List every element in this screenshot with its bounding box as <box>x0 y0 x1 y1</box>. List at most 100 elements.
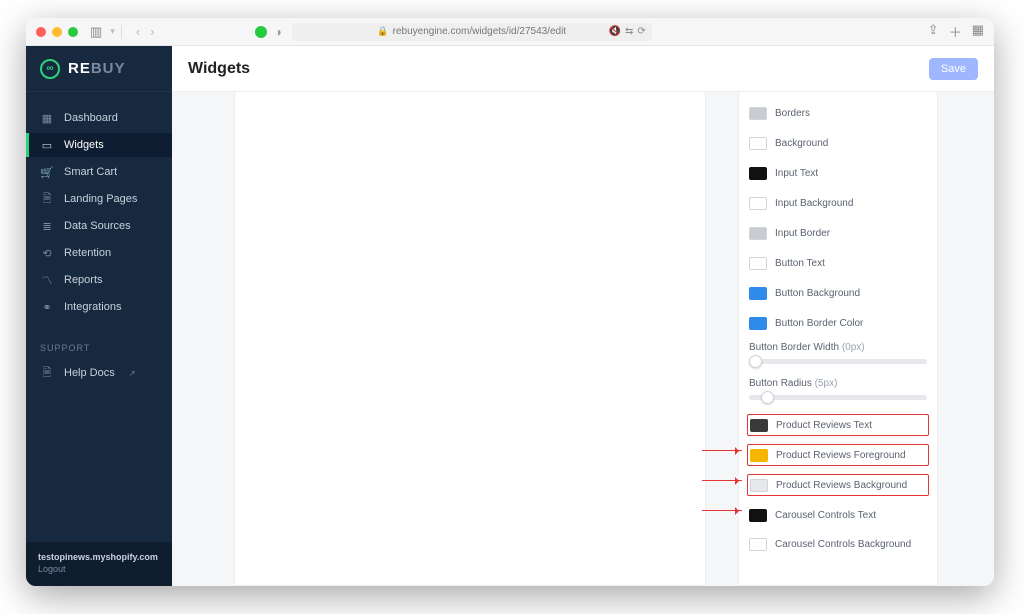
sidebar-item-dashboard[interactable]: ▦ Dashboard <box>26 106 172 130</box>
back-icon[interactable]: ‹ <box>136 24 140 39</box>
slider-button-border-width[interactable]: Button Border Width (0px) <box>749 342 927 364</box>
support-header: SUPPORT <box>26 343 172 353</box>
doc-icon: 🗎 <box>40 364 54 383</box>
trend-icon: 〽 <box>40 272 54 288</box>
audio-icon[interactable]: 🔇 <box>609 26 621 37</box>
color-swatch[interactable] <box>749 197 767 210</box>
sidebar-item-label: Retention <box>64 247 111 259</box>
box-icon: ▭ <box>40 139 54 152</box>
color-swatch[interactable] <box>749 317 767 330</box>
sidebar-item-label: Landing Pages <box>64 193 137 205</box>
shop-domain: testopinews.myshopify.com <box>38 552 160 562</box>
tabs-overview-icon[interactable]: ▦ <box>972 22 984 41</box>
reader-icon[interactable]: ⇆ <box>625 26 633 37</box>
sidebar-item-integrations[interactable]: ⚭ Integrations <box>26 295 172 319</box>
callout-arrow-icon <box>702 480 742 481</box>
extension-icon[interactable] <box>255 26 267 38</box>
sidebar-item-label: Smart Cart <box>64 166 117 178</box>
sidebar-item-retention[interactable]: ⟲ Retention <box>26 241 172 265</box>
sidebar-item-reports[interactable]: 〽 Reports <box>26 268 172 292</box>
traffic-lights[interactable] <box>36 27 78 37</box>
color-swatch[interactable] <box>750 419 768 432</box>
privacy-shield-icon[interactable]: ◑ <box>275 25 282 39</box>
slider-track[interactable] <box>749 395 927 400</box>
slider-button-radius[interactable]: Button Radius (5px) <box>749 378 927 400</box>
maximize-window-icon[interactable] <box>68 27 78 37</box>
color-swatch[interactable] <box>749 257 767 270</box>
address-bar[interactable]: 🔒 rebuyengine.com/widgets/id/27543/edit … <box>292 23 652 41</box>
new-tab-icon[interactable]: ＋ <box>949 22 962 41</box>
color-swatch[interactable] <box>749 167 767 180</box>
sidebar-item-smart-cart[interactable]: 🛒 Smart Cart <box>26 160 172 184</box>
color-swatch[interactable] <box>749 107 767 120</box>
style-inspector-panel: Borders Background Input Text Input <box>738 92 938 586</box>
color-row-input-border[interactable]: Input Border <box>747 222 929 244</box>
sidebar-item-label: Help Docs <box>64 367 115 379</box>
link-icon: ⚭ <box>40 301 54 314</box>
logo-mark-icon: ∞ <box>40 59 60 79</box>
color-row-reviews-background[interactable]: Product Reviews Background <box>747 474 929 496</box>
color-row-button-background[interactable]: Button Background <box>747 282 929 304</box>
sidebar-nav: ▦ Dashboard ▭ Widgets 🛒 Smart Cart 🗎 Lan… <box>26 92 172 388</box>
sidebar-toggle-icon[interactable]: ▥ <box>90 24 102 40</box>
chevron-down-icon[interactable]: ▾ <box>110 26 115 37</box>
app-root: ∞ REBUY ▦ Dashboard ▭ Widgets 🛒 Smart Ca… <box>26 46 994 586</box>
forward-icon[interactable]: › <box>150 24 154 39</box>
color-row-reviews-text[interactable]: Product Reviews Text <box>747 414 929 436</box>
row-label: Borders <box>775 108 810 119</box>
color-row-reviews-foreground[interactable]: Product Reviews Foreground <box>747 444 929 466</box>
main-area: Widgets Save Borders Background <box>172 46 994 586</box>
cart-icon: 🛒 <box>40 166 54 179</box>
logout-link[interactable]: Logout <box>38 564 160 574</box>
slider-thumb[interactable] <box>749 355 762 368</box>
slider-label: Button Radius <box>749 378 812 389</box>
color-row-background[interactable]: Background <box>747 132 929 154</box>
color-row-input-text[interactable]: Input Text <box>747 162 929 184</box>
color-swatch[interactable] <box>749 287 767 300</box>
close-window-icon[interactable] <box>36 27 46 37</box>
browser-toolbar: ▥ ▾ ‹ › ◑ 🔒 rebuyengine.com/widgets/id/2… <box>26 18 994 46</box>
color-swatch[interactable] <box>749 538 767 551</box>
sidebar-item-label: Integrations <box>64 301 121 313</box>
minimize-window-icon[interactable] <box>52 27 62 37</box>
color-row-button-text[interactable]: Button Text <box>747 252 929 274</box>
row-label: Input Background <box>775 198 853 209</box>
color-swatch[interactable] <box>750 449 768 462</box>
row-label: Product Reviews Text <box>776 420 872 431</box>
sidebar-item-help-docs[interactable]: 🗎 Help Docs ↗ <box>26 361 172 385</box>
slider-track[interactable] <box>749 359 927 364</box>
share-icon[interactable]: ⇪ <box>928 22 939 41</box>
sidebar-item-landing-pages[interactable]: 🗎 Landing Pages <box>26 187 172 211</box>
row-label: Background <box>775 138 828 149</box>
page-topbar: Widgets Save <box>172 46 994 92</box>
color-row-borders[interactable]: Borders <box>747 102 929 124</box>
brand-text: REBUY <box>68 60 126 77</box>
page-title: Widgets <box>188 60 250 78</box>
save-button[interactable]: Save <box>929 58 978 80</box>
sidebar-footer: testopinews.myshopify.com Logout <box>26 542 172 586</box>
sidebar-item-label: Widgets <box>64 139 104 151</box>
color-swatch[interactable] <box>750 479 768 492</box>
color-swatch[interactable] <box>749 509 767 522</box>
external-link-icon: ↗ <box>129 369 136 378</box>
color-row-carousel-background[interactable]: Carousel Controls Background <box>747 534 929 554</box>
color-row-input-background[interactable]: Input Background <box>747 192 929 214</box>
sidebar-item-data-sources[interactable]: ≣ Data Sources <box>26 214 172 238</box>
refresh-icon: ⟲ <box>40 247 54 260</box>
sidebar-item-label: Data Sources <box>64 220 131 232</box>
color-swatch[interactable] <box>749 137 767 150</box>
slider-thumb[interactable] <box>761 391 774 404</box>
url-text: rebuyengine.com/widgets/id/27543/edit <box>393 26 566 37</box>
sidebar-item-label: Reports <box>64 274 103 286</box>
row-label: Input Border <box>775 228 830 239</box>
color-row-carousel-text[interactable]: Carousel Controls Text <box>747 504 929 526</box>
workspace: Borders Background Input Text Input <box>172 92 994 586</box>
row-label: Carousel Controls Text <box>775 510 876 521</box>
callout-arrow-icon <box>702 450 742 451</box>
sidebar-item-widgets[interactable]: ▭ Widgets <box>26 133 172 157</box>
color-swatch[interactable] <box>749 227 767 240</box>
row-label: Button Text <box>775 258 825 269</box>
reload-icon[interactable]: ⟳ <box>637 26 645 37</box>
brand-logo[interactable]: ∞ REBUY <box>26 46 172 92</box>
color-row-button-border-color[interactable]: Button Border Color <box>747 312 929 334</box>
